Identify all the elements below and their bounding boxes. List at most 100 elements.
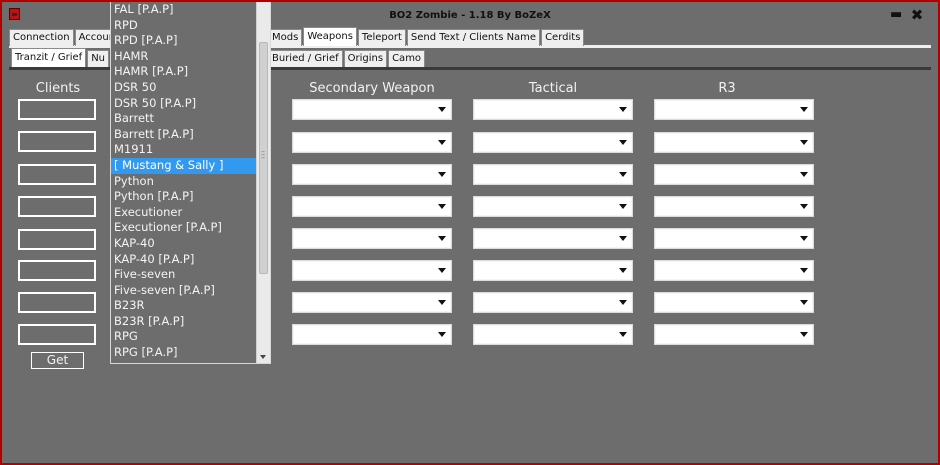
tactical-select[interactable] <box>473 260 633 281</box>
dropdown-item[interactable]: DSR 50 [P.A.P] <box>111 96 256 112</box>
dropdown-item[interactable]: HAMR <box>111 49 256 65</box>
client-field-2[interactable] <box>18 131 96 152</box>
chevron-down-icon <box>438 204 446 209</box>
tactical-header: Tactical <box>528 81 578 96</box>
r3-select[interactable] <box>654 99 814 120</box>
dropdown-item[interactable]: RPD <box>111 18 256 34</box>
chevron-down-icon <box>800 107 808 112</box>
tab-send-text-clients-name[interactable]: Send Text / Clients Name <box>406 29 541 46</box>
tab-nuketown[interactable]: Nu <box>87 50 110 67</box>
tactical-select[interactable] <box>473 228 633 249</box>
main-tab-strip-right: Mods Weapons Teleport Send Text / Client… <box>268 27 585 46</box>
dropdown-item[interactable]: B23R <box>111 298 256 314</box>
client-field-8[interactable] <box>18 324 96 345</box>
tactical-select[interactable] <box>473 99 633 120</box>
dropdown-item[interactable]: Executioner [P.A.P] <box>111 220 256 236</box>
dropdown-item[interactable]: RPG <box>111 329 256 345</box>
tactical-select[interactable] <box>473 292 633 313</box>
dropdown-item[interactable]: Barrett [P.A.P] <box>111 127 256 143</box>
r3-select[interactable] <box>654 324 814 345</box>
client-field-4[interactable] <box>18 196 96 217</box>
chevron-down-icon <box>438 332 446 337</box>
dropdown-item[interactable]: M1911 <box>111 142 256 158</box>
client-field-5[interactable] <box>18 229 96 250</box>
dropdown-item[interactable]: Python [P.A.P] <box>111 189 256 205</box>
dropdown-item[interactable]: Python <box>111 174 256 190</box>
minimize-button[interactable]: ▬ <box>890 8 902 22</box>
dropdown-item[interactable]: Barrett <box>111 111 256 127</box>
dropdown-item[interactable]: DSR 50 <box>111 80 256 96</box>
scrollbar-thumb[interactable]: – – – <box>259 42 268 274</box>
r3-select[interactable] <box>654 292 814 313</box>
dropdown-item[interactable]: Executioner <box>111 205 256 221</box>
tactical-select[interactable] <box>473 196 633 217</box>
chevron-down-icon <box>619 300 627 305</box>
r3-select[interactable] <box>654 132 814 153</box>
tab-weapons[interactable]: Weapons <box>303 27 357 46</box>
secondary-weapon-header: Secondary Weapon <box>309 81 435 96</box>
dropdown-item[interactable]: KAP-40 [P.A.P] <box>111 252 256 268</box>
secondary-weapon-select[interactable] <box>292 99 452 120</box>
dropdown-item[interactable]: RPG [P.A.P] <box>111 345 256 361</box>
client-field-6[interactable] <box>18 260 96 281</box>
chevron-down-icon <box>800 300 808 305</box>
secondary-weapon-select[interactable] <box>292 196 452 217</box>
chevron-down-icon <box>800 236 808 241</box>
chevron-down-icon <box>619 268 627 273</box>
chevron-down-icon <box>800 268 808 273</box>
dropdown-item[interactable]: Five-seven <box>111 267 256 283</box>
dropdown-item[interactable]: KAP-40 <box>111 236 256 252</box>
chevron-down-icon <box>438 140 446 145</box>
secondary-weapon-select[interactable] <box>292 260 452 281</box>
r3-select[interactable] <box>654 164 814 185</box>
dropdown-item[interactable]: RPD [P.A.P] <box>111 33 256 49</box>
weapon-dropdown-list[interactable]: FAL [P.A.P] RPD RPD [P.A.P] HAMR HAMR [P.A.P… <box>110 2 271 364</box>
client-field-7[interactable] <box>18 292 96 313</box>
chevron-down-icon <box>619 107 627 112</box>
tab-tranzit-grief[interactable]: Tranzit / Grief <box>11 48 87 67</box>
get-button[interactable]: Get <box>31 352 84 369</box>
close-button[interactable]: ✖ <box>910 7 924 23</box>
map-tab-strip: Tranzit / Grief Nu <box>11 48 110 67</box>
tab-teleport[interactable]: Teleport <box>357 29 406 46</box>
r3-select[interactable] <box>654 260 814 281</box>
tactical-select[interactable] <box>473 132 633 153</box>
secondary-weapon-select[interactable] <box>292 228 452 249</box>
chevron-down-icon <box>438 300 446 305</box>
tab-connection[interactable]: Connection <box>9 29 74 46</box>
chevron-down-icon <box>438 172 446 177</box>
chevron-down-icon <box>619 172 627 177</box>
tab-buried-grief[interactable]: Buried / Grief <box>268 50 343 67</box>
secondary-weapon-select[interactable] <box>292 324 452 345</box>
tab-credits[interactable]: Cerdits <box>541 29 585 46</box>
dropdown-item[interactable]: Five-seven [P.A.P] <box>111 283 256 299</box>
secondary-weapon-select[interactable] <box>292 292 452 313</box>
dropdown-scrollbar[interactable]: – – – <box>256 2 270 363</box>
r3-select[interactable] <box>654 196 814 217</box>
dropdown-item[interactable]: HAMR [P.A.P] <box>111 64 256 80</box>
chevron-down-icon <box>438 268 446 273</box>
client-field-1[interactable] <box>18 99 96 120</box>
tactical-select[interactable] <box>473 324 633 345</box>
tab-origins[interactable]: Origins <box>343 50 388 67</box>
r3-select[interactable] <box>654 228 814 249</box>
app-window: BO2 Zombie - 1.18 By BoZeX ▬ ✖ Connectio… <box>0 0 940 465</box>
dropdown-item[interactable]: FAL [P.A.P] <box>111 2 256 18</box>
chevron-down-icon <box>800 204 808 209</box>
chevron-down-icon <box>800 172 808 177</box>
dropdown-item[interactable]: B23R [P.A.P] <box>111 314 256 330</box>
dropdown-items: FAL [P.A.P] RPD RPD [P.A.P] HAMR HAMR [P.A.P… <box>111 2 270 361</box>
grip-icon: – – – <box>261 147 265 162</box>
r3-header: R3 <box>718 81 736 96</box>
secondary-weapon-select[interactable] <box>292 164 452 185</box>
scroll-down-arrow-icon[interactable] <box>260 355 266 359</box>
chevron-down-icon <box>619 332 627 337</box>
client-field-3[interactable] <box>18 164 96 185</box>
secondary-weapon-select[interactable] <box>292 132 452 153</box>
tab-mods[interactable]: Mods <box>268 29 303 46</box>
dropdown-item-selected[interactable]: [ Mustang & Sally ] <box>111 157 256 174</box>
chevron-down-icon <box>800 332 808 337</box>
tab-camo[interactable]: Camo <box>388 50 426 67</box>
tactical-select[interactable] <box>473 164 633 185</box>
clients-header: Clients <box>35 81 81 96</box>
